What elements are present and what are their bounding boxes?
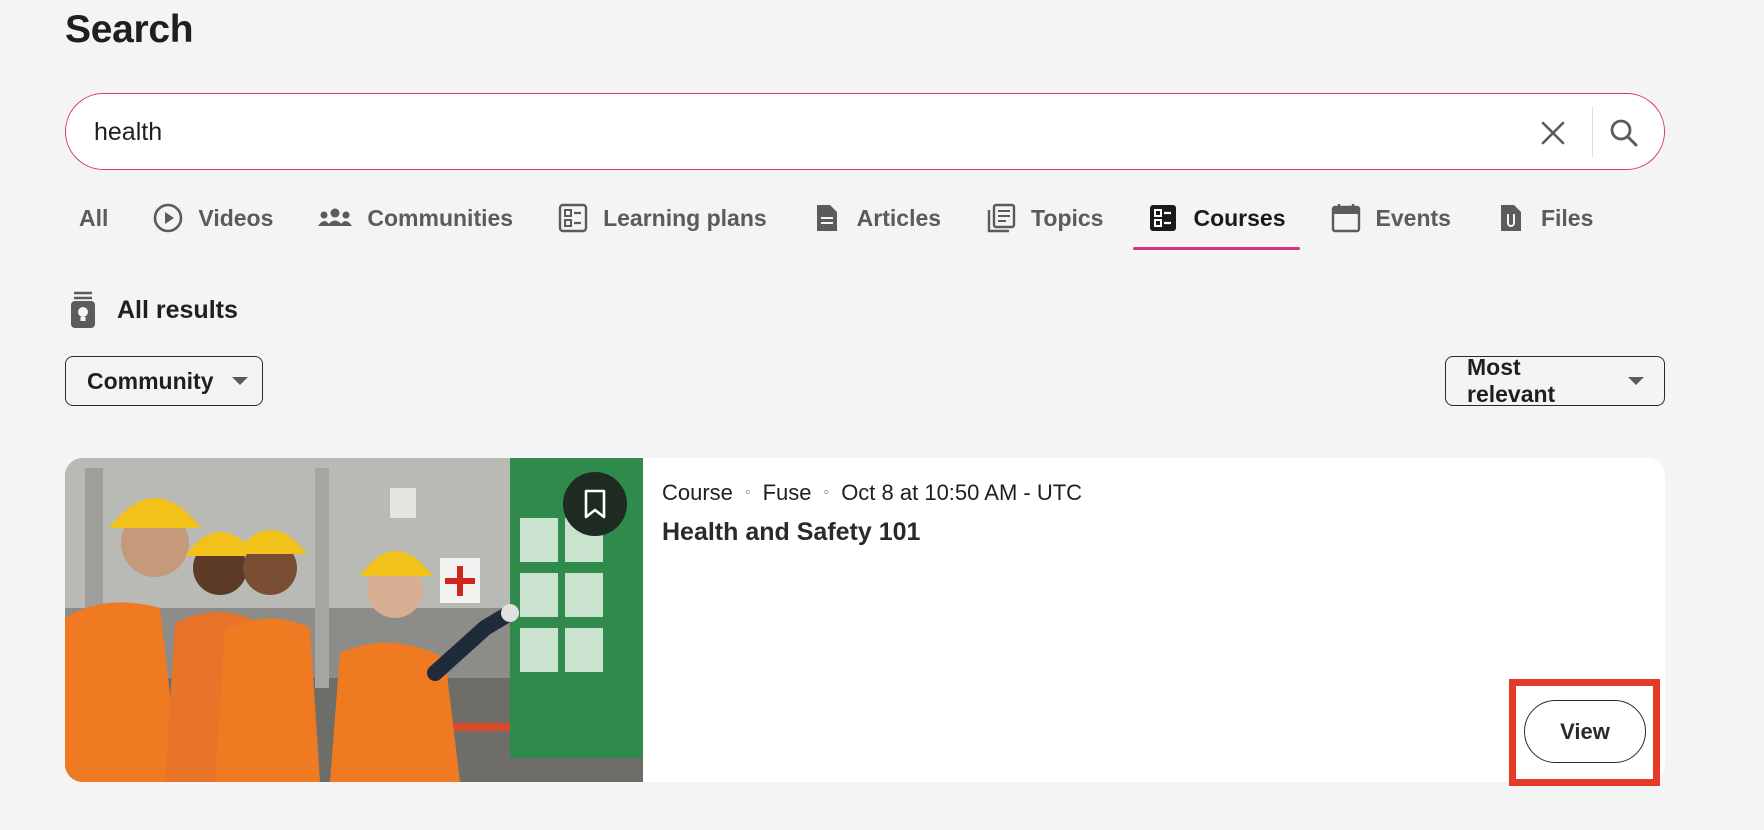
tab-topics[interactable]: Topics [971, 196, 1117, 240]
search-icon [1610, 119, 1638, 147]
meta-separator: ◦ [823, 484, 830, 501]
meta-separator: ◦ [744, 484, 751, 501]
caret-down-icon [1628, 377, 1644, 385]
community-filter-label: Community [87, 367, 214, 394]
course-thumbnail[interactable] [65, 458, 643, 782]
tab-label: Videos [198, 204, 274, 231]
tab-label: Articles [856, 204, 942, 231]
tab-label: Learning plans [603, 204, 767, 231]
tab-label: Files [1540, 204, 1594, 231]
course-title[interactable]: Health and Safety 101 [662, 518, 920, 547]
search-divider [1592, 107, 1593, 157]
file-clip-icon [1495, 202, 1527, 234]
search-button[interactable] [1602, 111, 1646, 155]
search-input[interactable] [94, 112, 1474, 152]
tab-all[interactable]: All [65, 196, 122, 240]
tab-label: Communities [367, 204, 514, 231]
search-page: Search All Videos [0, 0, 1764, 830]
clear-search-button[interactable] [1532, 112, 1574, 154]
page-title: Search [65, 8, 194, 51]
tab-courses[interactable]: Courses [1133, 196, 1300, 250]
book-icon [985, 202, 1017, 234]
course-result-card[interactable]: Course ◦ Fuse ◦ Oct 8 at 10:50 AM - UTC … [65, 458, 1665, 782]
tab-communities[interactable]: Communities [303, 196, 527, 240]
course-source: Fuse [762, 480, 812, 505]
sort-dropdown[interactable]: Most relevant [1445, 354, 1665, 407]
community-filter-dropdown[interactable]: Community [65, 356, 263, 406]
bookmark-button[interactable] [563, 472, 627, 536]
tab-events[interactable]: Events [1316, 196, 1465, 240]
checklist-icon [557, 202, 589, 234]
view-button[interactable]: View [1524, 700, 1646, 763]
results-heading-text: All results [117, 295, 238, 324]
calendar-icon [1330, 202, 1362, 234]
tab-label: Topics [1031, 204, 1104, 231]
results-heading: All results [65, 290, 238, 330]
document-icon [811, 202, 843, 234]
play-circle-icon [152, 202, 184, 234]
bookmark-icon [584, 489, 606, 519]
tab-bar: All Videos Communities Learning plans Ar… [65, 196, 1623, 252]
sort-label: Most relevant [1467, 354, 1556, 407]
tab-articles[interactable]: Articles [797, 196, 955, 240]
course-date: Oct 8 at 10:50 AM - UTC [841, 480, 1083, 505]
tab-label: All [79, 204, 109, 231]
tab-files[interactable]: Files [1481, 196, 1607, 240]
people-icon [317, 202, 353, 234]
checklist-filled-icon [1147, 202, 1179, 234]
close-icon [1541, 121, 1565, 145]
tab-label: Courses [1193, 204, 1286, 231]
course-meta: Course ◦ Fuse ◦ Oct 8 at 10:50 AM - UTC [662, 480, 1082, 506]
lightbulb-jar-icon [65, 290, 101, 330]
course-type: Course [662, 480, 733, 505]
tab-learning-plans[interactable]: Learning plans [543, 196, 781, 240]
tab-label: Events [1375, 204, 1451, 231]
tab-videos[interactable]: Videos [138, 196, 287, 240]
caret-down-icon [231, 377, 248, 385]
search-box [65, 93, 1665, 170]
